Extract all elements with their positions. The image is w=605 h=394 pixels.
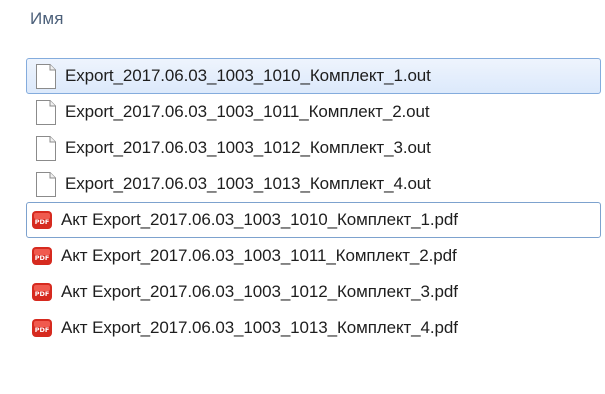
- blank-document-icon: [31, 167, 61, 201]
- file-row[interactable]: Export_2017.06.03_1003_1013_Комплект_4.o…: [26, 166, 601, 202]
- file-name: Export_2017.06.03_1003_1011_Комплект_2.o…: [65, 102, 430, 121]
- file-name: Export_2017.06.03_1003_1013_Комплект_4.o…: [65, 174, 431, 193]
- file-name: Акт Export_2017.06.03_1003_1012_Комплект…: [61, 282, 458, 301]
- pdf-document-icon: PDF: [27, 203, 57, 237]
- file-row[interactable]: PDF Акт Export_2017.06.03_1003_1010_Комп…: [26, 202, 601, 238]
- svg-text:PDF: PDF: [35, 218, 50, 226]
- file-name: Акт Export_2017.06.03_1003_1011_Комплект…: [61, 246, 457, 265]
- blank-document-icon: [31, 59, 61, 93]
- blank-document-icon: [31, 131, 61, 165]
- column-header-name[interactable]: Имя: [0, 0, 605, 40]
- file-list: Export_2017.06.03_1003_1010_Комплект_1.o…: [26, 58, 601, 346]
- file-row[interactable]: Export_2017.06.03_1003_1012_Комплект_3.o…: [26, 130, 601, 166]
- blank-document-icon: [31, 95, 61, 129]
- svg-text:PDF: PDF: [35, 290, 50, 298]
- svg-text:PDF: PDF: [35, 326, 50, 334]
- file-name: Акт Export_2017.06.03_1003_1013_Комплект…: [61, 318, 458, 337]
- file-row[interactable]: Export_2017.06.03_1003_1011_Комплект_2.o…: [26, 94, 601, 130]
- file-row[interactable]: PDF Акт Export_2017.06.03_1003_1013_Комп…: [26, 310, 601, 346]
- column-header-label: Имя: [30, 9, 64, 28]
- file-name: Export_2017.06.03_1003_1012_Комплект_3.o…: [65, 138, 431, 157]
- file-name: Export_2017.06.03_1003_1010_Комплект_1.o…: [65, 66, 431, 85]
- file-list-pane: Имя Export_2017.06.03_1003_1010_Комплект…: [0, 0, 605, 394]
- pdf-document-icon: PDF: [27, 239, 57, 273]
- file-row[interactable]: PDF Акт Export_2017.06.03_1003_1012_Комп…: [26, 274, 601, 310]
- file-name: Акт Export_2017.06.03_1003_1010_Комплект…: [61, 210, 458, 229]
- svg-text:PDF: PDF: [35, 254, 50, 262]
- file-row[interactable]: PDF Акт Export_2017.06.03_1003_1011_Комп…: [26, 238, 601, 274]
- pdf-document-icon: PDF: [27, 311, 57, 345]
- pdf-document-icon: PDF: [27, 275, 57, 309]
- file-row[interactable]: Export_2017.06.03_1003_1010_Комплект_1.o…: [26, 58, 601, 94]
